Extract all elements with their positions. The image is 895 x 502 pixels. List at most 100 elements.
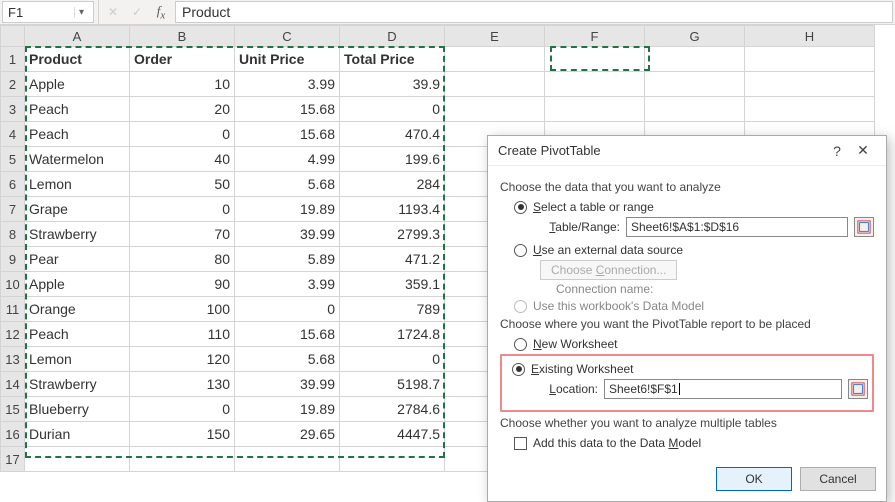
cell[interactable] (445, 72, 545, 97)
cell[interactable]: 3.99 (235, 72, 340, 97)
cancel-button[interactable]: Cancel (800, 467, 876, 491)
cell[interactable]: 199.6 (340, 147, 445, 172)
cell[interactable]: 39.99 (235, 222, 340, 247)
cell[interactable]: 789 (340, 297, 445, 322)
cell[interactable] (545, 97, 645, 122)
cell[interactable] (745, 72, 875, 97)
cell[interactable]: 39.99 (235, 372, 340, 397)
cell[interactable]: Peach (25, 322, 130, 347)
cell[interactable] (340, 447, 445, 472)
cell[interactable] (645, 47, 745, 72)
cell[interactable]: Blueberry (25, 397, 130, 422)
cell[interactable]: 40 (130, 147, 235, 172)
cell[interactable]: 5.68 (235, 347, 340, 372)
cell[interactable] (445, 47, 545, 72)
cell[interactable] (645, 72, 745, 97)
cell[interactable]: Unit Price (235, 47, 340, 72)
close-icon[interactable]: ✕ (850, 142, 876, 159)
row-header[interactable]: 14 (1, 372, 25, 397)
cell[interactable]: 5.89 (235, 247, 340, 272)
cell[interactable]: Apple (25, 272, 130, 297)
cell[interactable] (545, 47, 645, 72)
col-header-B[interactable]: B (130, 26, 235, 47)
cell[interactable]: 120 (130, 347, 235, 372)
cell[interactable]: Peach (25, 122, 130, 147)
cell[interactable]: 15.68 (235, 322, 340, 347)
cell[interactable]: 10 (130, 72, 235, 97)
cell[interactable]: Grape (25, 197, 130, 222)
check-add-data-model[interactable]: Add this data to the Data Model (514, 436, 874, 450)
cell[interactable]: 19.89 (235, 397, 340, 422)
col-header-G[interactable]: G (645, 26, 745, 47)
cell[interactable]: 3.99 (235, 272, 340, 297)
help-icon[interactable]: ? (824, 143, 850, 159)
row-header[interactable]: 2 (1, 72, 25, 97)
cell[interactable]: Peach (25, 97, 130, 122)
row-header[interactable]: 3 (1, 97, 25, 122)
cell[interactable]: 130 (130, 372, 235, 397)
cell[interactable]: 0 (340, 97, 445, 122)
cell[interactable]: Pear (25, 247, 130, 272)
row-header[interactable]: 17 (1, 447, 25, 472)
cell[interactable]: 0 (130, 197, 235, 222)
dialog-titlebar[interactable]: Create PivotTable ? ✕ (488, 136, 886, 166)
col-header-C[interactable]: C (235, 26, 340, 47)
cell[interactable]: 15.68 (235, 97, 340, 122)
radio-existing-worksheet[interactable]: Existing Worksheet (512, 362, 868, 376)
radio-select-range[interactable]: Select a table or range (514, 200, 874, 214)
row-header[interactable]: 12 (1, 322, 25, 347)
cell[interactable]: Durian (25, 422, 130, 447)
cell[interactable]: 471.2 (340, 247, 445, 272)
fx-icon[interactable]: fx (149, 1, 173, 23)
range-picker-icon[interactable] (854, 217, 874, 237)
cell[interactable]: Lemon (25, 172, 130, 197)
row-header[interactable]: 8 (1, 222, 25, 247)
col-header-A[interactable]: A (25, 26, 130, 47)
radio-new-worksheet[interactable]: New Worksheet (514, 337, 874, 351)
cell[interactable]: 15.68 (235, 122, 340, 147)
select-all-corner[interactable] (1, 26, 25, 47)
row-header[interactable]: 11 (1, 297, 25, 322)
cell[interactable] (745, 97, 875, 122)
cell[interactable]: 5.68 (235, 172, 340, 197)
cell[interactable]: Orange (25, 297, 130, 322)
cell[interactable]: Total Price (340, 47, 445, 72)
row-header[interactable]: 13 (1, 347, 25, 372)
cell[interactable]: 100 (130, 297, 235, 322)
cell[interactable]: Product (25, 47, 130, 72)
row-header[interactable]: 7 (1, 197, 25, 222)
name-box[interactable]: F1 ▾ (2, 1, 94, 23)
cell[interactable]: 359.1 (340, 272, 445, 297)
col-header-E[interactable]: E (445, 26, 545, 47)
cell[interactable] (645, 97, 745, 122)
cell[interactable]: Apple (25, 72, 130, 97)
cell[interactable] (25, 447, 130, 472)
cell[interactable]: 90 (130, 272, 235, 297)
row-header[interactable]: 4 (1, 122, 25, 147)
cell[interactable]: 110 (130, 322, 235, 347)
cell[interactable]: 80 (130, 247, 235, 272)
cell[interactable]: 470.4 (340, 122, 445, 147)
cell[interactable] (235, 447, 340, 472)
cell[interactable]: 1724.8 (340, 322, 445, 347)
formula-input[interactable]: Product (175, 1, 893, 23)
radio-use-external[interactable]: Use an external data source (514, 243, 874, 257)
col-header-F[interactable]: F (545, 26, 645, 47)
cell[interactable]: 70 (130, 222, 235, 247)
cell[interactable]: 4447.5 (340, 422, 445, 447)
col-header-D[interactable]: D (340, 26, 445, 47)
cell[interactable] (130, 447, 235, 472)
row-header[interactable]: 6 (1, 172, 25, 197)
cell[interactable]: 0 (130, 122, 235, 147)
cell[interactable]: 284 (340, 172, 445, 197)
cell[interactable]: 150 (130, 422, 235, 447)
cell[interactable]: 4.99 (235, 147, 340, 172)
cell[interactable]: Strawberry (25, 372, 130, 397)
cell[interactable]: 5198.7 (340, 372, 445, 397)
cell[interactable] (445, 97, 545, 122)
row-header[interactable]: 9 (1, 247, 25, 272)
location-input[interactable]: Sheet6!$F$1 (604, 379, 842, 399)
range-picker-icon[interactable] (848, 379, 868, 399)
cell[interactable]: Order (130, 47, 235, 72)
cell[interactable]: 0 (130, 397, 235, 422)
